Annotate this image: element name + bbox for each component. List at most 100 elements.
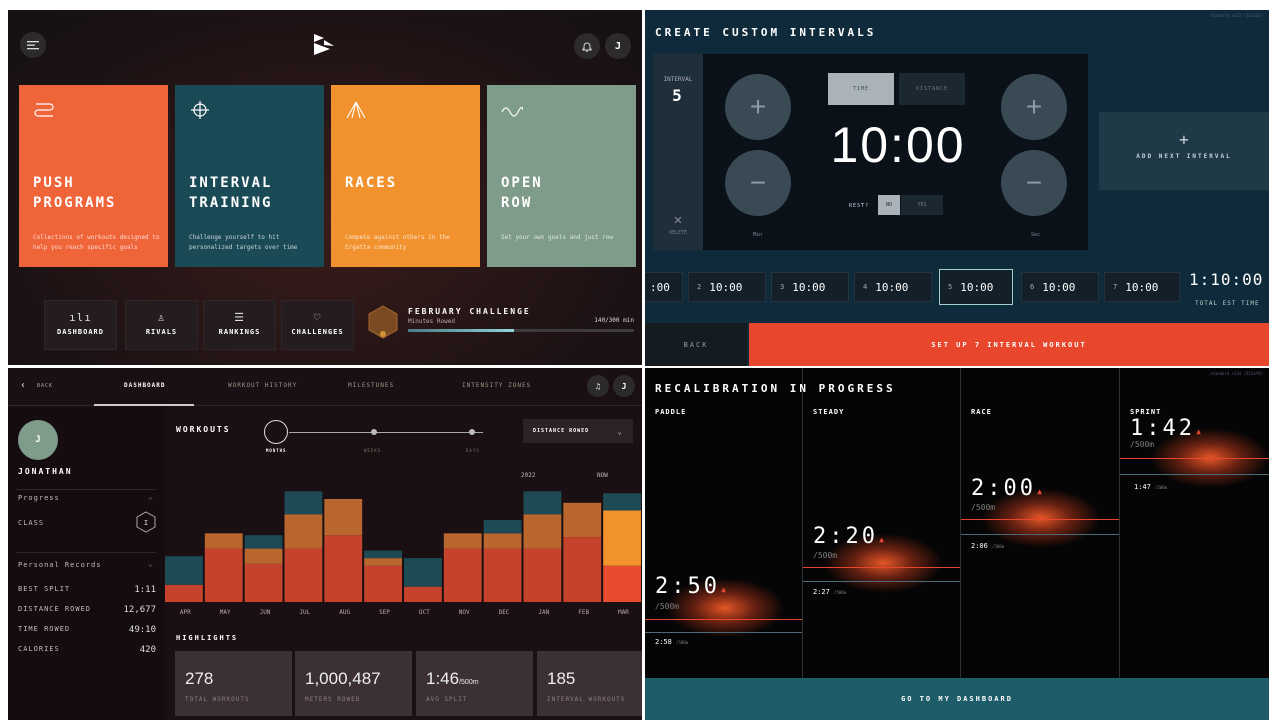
zone-previous-unit: /500m [992,544,1005,549]
rest-no-option[interactable]: NO [878,195,900,215]
zone-unit: /500m [813,551,838,560]
zone-previous-value: 2:27 [813,588,830,596]
notifications-button[interactable]: ♫ [587,375,609,397]
highlight-total-workouts: 278 TOTAL WORKOUTS [175,651,292,716]
chevron-down-icon[interactable]: ⌄ [148,559,153,568]
card-races[interactable]: RACES Compete against others in the Erga… [331,85,480,267]
interval-item[interactable]: 2 10:00 [688,272,766,302]
nav-rankings[interactable]: ☰ RANKINGS [203,300,276,350]
interval-item-selected[interactable]: 5 10:00 [939,269,1013,305]
go-to-dashboard-button[interactable]: GO TO MY DASHBOARD [645,678,1269,720]
sec-label: Sec [1031,232,1041,238]
interval-item-value: 10:00 [1125,280,1159,294]
range-slider-handle[interactable] [264,420,288,444]
nav-label: RIVALS [145,328,178,336]
interval-item[interactable]: 4 10:00 [854,272,932,302]
rest-yes-option[interactable]: YES [901,195,943,215]
record-value: 12,677 [123,605,156,615]
metric-select-value: DISTANCE ROWED [533,428,590,434]
range-days[interactable]: DAYS [466,448,480,453]
setup-workout-button[interactable]: SET UP 7 INTERVAL WORKOUT [749,323,1269,366]
interval-number: 5 [672,86,684,105]
card-title-line1: PUSH [33,175,75,191]
highlight-value: 278 [185,669,214,688]
nav-challenges[interactable]: ♡ CHALLENGES [281,300,354,350]
nav-label: DASHBOARD [57,328,104,336]
add-next-interval-button[interactable]: + ADD NEXT INTERVAL [1099,112,1269,190]
user-name: JONATHAN [18,467,73,476]
path-icon [34,103,54,117]
highlight-interval-workouts: 185 INTERVAL WORKOUTS [537,651,642,716]
personal-records-toggle[interactable]: Personal Records [18,561,101,569]
delete-button[interactable]: DELETE [653,230,703,236]
metric-select[interactable]: DISTANCE ROWED ⌄ [523,419,633,443]
chart-bar-apr-2 [165,556,203,585]
target-icon [191,101,209,119]
tab-intensity-zones[interactable]: INTENSITY ZONES [462,382,531,389]
back-link[interactable]: BACK [37,383,53,389]
close-icon[interactable]: ✕ [653,212,703,228]
chart-bar-sep-2 [364,550,402,559]
zone-sprint: SPRINT 1:42▴ /500m 1:47 /500m [1120,368,1269,678]
chevron-down-icon: ⌄ [617,426,623,436]
february-challenge[interactable]: FEBRUARY CHALLENGE Minutes Rowed 140/300… [368,305,638,350]
records-list: BEST SPLIT 1:11 DISTANCE ROWED 12,677 TIME… [18,585,156,665]
card-description: Set your own goals and just row [501,234,613,241]
toggle-distance[interactable]: DISTANCE [899,73,965,105]
chart-bar-sep-1 [364,558,402,566]
toggle-time[interactable]: TIME [828,73,894,105]
chevron-left-icon[interactable]: ‹ [20,380,26,391]
time-display: 10:00 [830,117,966,173]
highlight-unit: /500m [459,679,479,686]
interval-item[interactable]: :00 [645,272,683,302]
record-value: 1:11 [134,585,156,595]
chart-bar-oct-0 [404,586,442,602]
card-interval-training[interactable]: INTERVAL TRAINING Challenge yourself to h… [175,85,324,267]
highlight-label: AVG SPLIT [426,696,468,703]
chevron-down-icon[interactable]: ⌄ [148,492,153,501]
tab-workout-history[interactable]: WORKOUT HISTORY [228,382,297,389]
card-push-programs[interactable]: PUSH PROGRAMS Collections of workouts des… [19,85,168,267]
x-tick-label: MAY [220,609,231,616]
profile-sidebar: J JONATHAN Progress ⌄ CLASS I Personal R… [8,407,164,720]
menu-button[interactable] [20,32,46,58]
avatar: J [18,420,58,460]
highlight-value: 1,000,487 [305,669,381,688]
hamburger-icon [27,41,39,50]
card-title-line2: TRAINING [189,195,273,211]
plus-icon: + [749,91,767,122]
plus-icon: + [1179,130,1189,149]
sec-plus-button[interactable]: + [1001,74,1067,140]
record-value: 49:10 [128,625,156,635]
range-stop-days[interactable] [469,429,475,435]
range-stop-weeks[interactable] [371,429,377,435]
range-months[interactable]: MONTHS [266,448,286,453]
zone-value: 1:42 [1130,416,1195,441]
interval-label: INTERVAL [663,76,693,83]
min-plus-button[interactable]: + [725,74,791,140]
interval-item[interactable]: 6 10:00 [1021,272,1099,302]
plus-icon: + [1025,91,1043,122]
bell-icon: ♫ [595,381,601,391]
x-tick-label: SEP [379,609,390,616]
lanes-icon [346,101,366,119]
sec-minus-button[interactable]: − [1001,150,1067,216]
nav-rivals[interactable]: ♙ RIVALS [125,300,198,350]
chart-bar-feb-0 [563,537,602,602]
card-open-row[interactable]: OPEN ROW Set your own goals and just row [487,85,636,267]
notifications-button[interactable] [574,33,600,59]
avatar-button[interactable]: J [605,33,631,59]
nav-dashboard[interactable]: ılı DASHBOARD [44,300,117,350]
highlights-title: HIGHLIGHTS [176,634,239,642]
zone-paddle: PADDLE 2:50▴ /500m 2:58 /500m [645,368,803,678]
chart-bar-may-0 [204,548,243,602]
tab-milestones[interactable]: MILESTONES [348,382,394,389]
tab-dashboard[interactable]: DASHBOARD [124,382,166,389]
interval-item[interactable]: 7 10:00 [1104,272,1180,302]
back-button[interactable]: BACK [645,323,747,366]
min-minus-button[interactable]: − [725,150,791,216]
progress-section-toggle[interactable]: Progress [18,494,60,502]
avatar-button[interactable]: J [613,375,635,397]
interval-item[interactable]: 3 10:00 [771,272,849,302]
range-weeks[interactable]: WEEKS [364,448,381,453]
